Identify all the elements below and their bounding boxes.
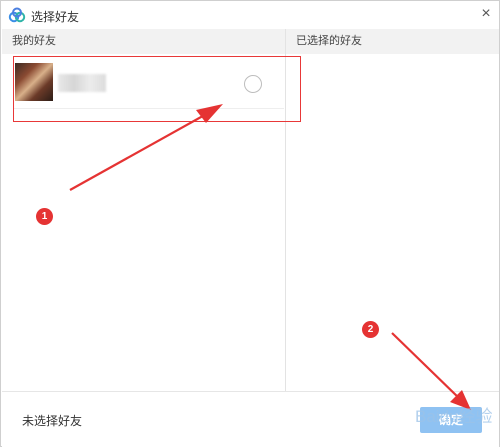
annotation-marker-2: 2 [362, 321, 379, 338]
selection-status: 未选择好友 [22, 414, 83, 428]
cloud-logo-icon [8, 7, 26, 23]
row-divider [14, 108, 284, 109]
friend-list-item[interactable] [13, 56, 301, 122]
avatar [15, 63, 53, 101]
my-friends-header: 我的好友 [2, 29, 285, 54]
title-bar: 选择好友 × [1, 1, 499, 29]
friend-name-blurred [58, 74, 106, 92]
close-button[interactable]: × [475, 3, 497, 25]
baidu-jingyan-watermark: Baidu经验 [415, 407, 492, 426]
select-radio[interactable] [244, 75, 262, 93]
watermark-text: Baidu经验 [415, 407, 492, 426]
selected-friends-header: 已选择的好友 [286, 29, 499, 54]
annotation-marker-1: 1 [36, 208, 53, 225]
selected-friends-panel: 已选择的好友 [286, 29, 499, 391]
select-friends-dialog: 选择好友 × 我的好友 已选择的好友 未选择好友 确定 [0, 0, 500, 447]
window-title: 选择好友 [31, 10, 80, 24]
